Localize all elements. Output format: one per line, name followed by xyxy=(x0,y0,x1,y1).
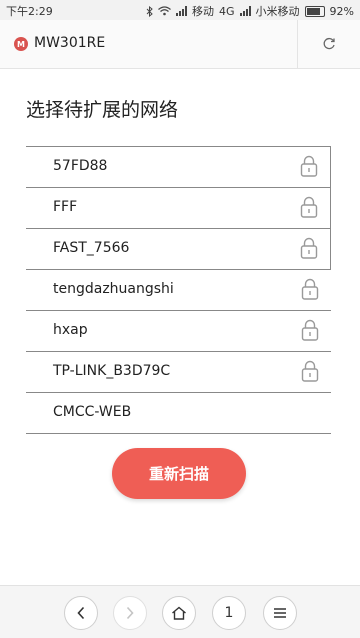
refresh-icon xyxy=(323,37,335,50)
chevron-right-icon xyxy=(126,606,134,620)
lock-icon xyxy=(301,278,319,300)
forward-button[interactable] xyxy=(113,596,147,630)
rescan-button[interactable]: 重新扫描 xyxy=(112,448,246,499)
bottom-nav-bar: 1 xyxy=(0,585,360,638)
battery-icon xyxy=(304,5,325,17)
tabs-button[interactable]: 1 xyxy=(212,596,246,630)
signal-icon xyxy=(176,6,188,16)
status-bar: 下午2:29 移动 4G 小米移动 92% xyxy=(0,0,360,20)
carrier2-label: 小米移动 xyxy=(255,5,300,18)
back-button[interactable] xyxy=(64,596,98,630)
bluetooth-icon xyxy=(146,5,153,17)
home-icon xyxy=(172,606,186,620)
network-item[interactable]: CMCC-WEB xyxy=(26,393,331,434)
carrier1-label: 移动 xyxy=(192,5,215,18)
chevron-left-icon xyxy=(77,606,85,620)
network-select-heading: 选择待扩展的网络 xyxy=(26,99,179,121)
network-list: 57FD88 FFF FAST_7566 tengdazhuangshi hxa… xyxy=(26,146,331,434)
network-name: CMCC-WEB xyxy=(53,404,132,420)
network-item[interactable]: hxap xyxy=(26,311,331,352)
lock-icon xyxy=(300,237,318,259)
menu-icon xyxy=(274,608,286,618)
network-name: TP-LINK_B3D79C xyxy=(53,363,171,379)
network-name: 57FD88 xyxy=(53,158,108,174)
lock-icon xyxy=(301,319,319,341)
refresh-button[interactable] xyxy=(297,20,360,68)
status-right: 移动 4G 小米移动 92% xyxy=(146,3,354,19)
lock-icon xyxy=(301,360,319,382)
network-item[interactable]: 57FD88 xyxy=(26,147,331,188)
wifi-icon xyxy=(158,6,171,16)
battery-percent: 92% xyxy=(329,4,354,18)
network-name: FFF xyxy=(53,199,78,215)
lock-icon xyxy=(300,196,318,218)
network-type-label: 4G xyxy=(219,4,235,18)
network-item[interactable]: tengdazhuangshi xyxy=(26,270,331,311)
menu-button[interactable] xyxy=(263,596,297,630)
network-name: hxap xyxy=(53,322,88,338)
site-logo-icon: M xyxy=(14,37,28,51)
network-item[interactable]: TP-LINK_B3D79C xyxy=(26,352,331,393)
network-item[interactable]: FFF xyxy=(26,188,331,229)
status-time: 下午2:29 xyxy=(6,5,53,18)
lock-icon xyxy=(300,155,318,177)
network-name: FAST_7566 xyxy=(53,240,130,256)
network-name: tengdazhuangshi xyxy=(53,281,174,297)
signal-icon-2 xyxy=(239,6,251,16)
browser-header: M MW301RE xyxy=(0,20,360,69)
page-title[interactable]: MW301RE xyxy=(34,35,105,51)
network-item[interactable]: FAST_7566 xyxy=(26,229,331,270)
home-button[interactable] xyxy=(162,596,196,630)
